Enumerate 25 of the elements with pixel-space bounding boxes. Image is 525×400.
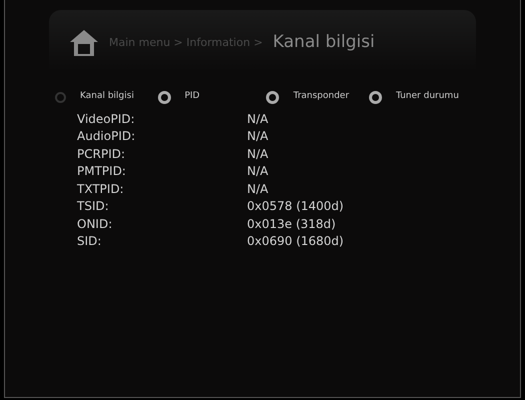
field-value: N/A — [247, 110, 268, 128]
field-label: PMTPID: — [77, 163, 127, 180]
radio-button[interactable] — [368, 90, 382, 104]
field-label: SID: — [77, 233, 102, 250]
field-label: ONID: — [77, 216, 114, 233]
field-value: N/A — [247, 163, 268, 180]
field-value: 0x0578 (1400d) — [247, 198, 344, 216]
field-label: TSID: — [77, 198, 110, 216]
tab-label[interactable]: PID — [184, 90, 200, 104]
field-label: PCRPID: — [77, 146, 126, 163]
field-value: N/A — [247, 180, 268, 198]
breadcrumb-path: Main menu > Information > — [109, 34, 263, 51]
field-value: 0x0690 (1680d) — [247, 233, 344, 250]
field-label: TXTPID: — [77, 180, 125, 198]
field-value: 0x013e (318d) — [247, 216, 336, 233]
field-value: N/A — [247, 146, 268, 163]
field-label: VideoPID: — [77, 110, 136, 128]
tab-label[interactable]: Transponder — [293, 90, 350, 104]
page-title: Kanal bilgisi — [272, 31, 375, 54]
field-value: N/A — [247, 128, 268, 146]
home-icon — [69, 29, 99, 57]
field-label: AudioPID: — [77, 128, 136, 146]
radio-button[interactable] — [266, 90, 280, 104]
radio-button[interactable] — [158, 90, 171, 104]
tab-label[interactable]: Tuner durumu — [396, 90, 459, 104]
